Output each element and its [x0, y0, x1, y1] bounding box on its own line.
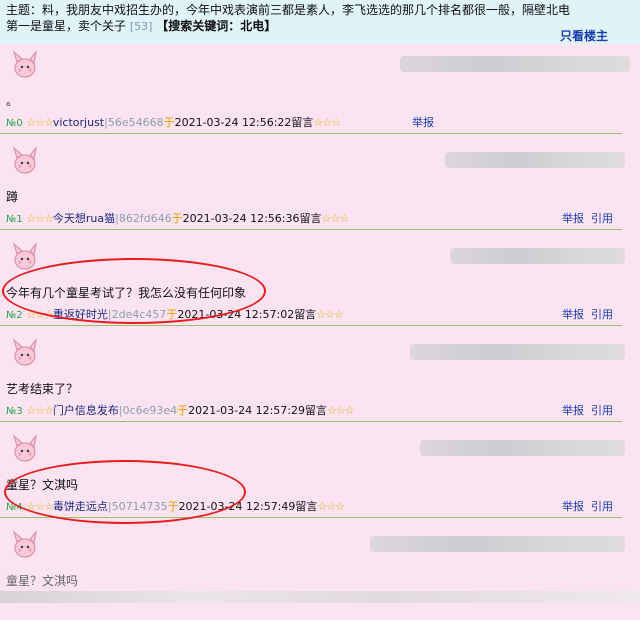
at-label: 于 — [171, 212, 183, 225]
at-label: 于 — [166, 308, 178, 321]
at-label: 于 — [163, 116, 175, 129]
quote-link[interactable]: 引用 — [591, 402, 613, 418]
post-content: 艺考结束了？ — [6, 382, 79, 396]
divider — [0, 133, 622, 134]
post-content: 蹲 — [6, 190, 19, 204]
clefairy-avatar-icon — [13, 338, 37, 366]
blurred-region — [370, 536, 625, 552]
clefairy-avatar-icon — [13, 50, 37, 78]
timestamp: 2021-03-24 12:57:49 — [178, 500, 296, 513]
post-3: 艺考结束了？ №3 ☆☆☆门户信息发布|0c6e93e4于2021-03-24 … — [0, 332, 640, 428]
timestamp: 2021-03-24 12:57:29 — [188, 404, 305, 417]
username[interactable]: victorjust — [53, 116, 104, 129]
clefairy-avatar-icon — [13, 530, 37, 558]
divider — [0, 229, 622, 230]
report-link[interactable]: 举报 — [562, 498, 584, 514]
username[interactable]: 毒饼走远点 — [53, 500, 108, 513]
report-link[interactable]: 举报 — [562, 402, 584, 418]
floor-number: №4 — [6, 502, 23, 513]
clefairy-avatar-icon — [13, 146, 37, 174]
star-icon: ☆☆☆ — [326, 404, 355, 417]
message-label: 留言 — [294, 308, 317, 321]
post-2: 今年有几个童星考试了？我怎么没有任何印象 №2 ☆☆☆重返好时光|2de4c45… — [0, 236, 640, 332]
report-link[interactable]: 举报 — [562, 210, 584, 226]
blurred-region — [420, 440, 625, 456]
only-op-link[interactable]: 只看楼主 — [560, 27, 608, 44]
post-0: 。 №0 ☆☆☆victorjust|56e54668于2021-03-24 1… — [0, 44, 640, 140]
message-label: 留言 — [295, 500, 318, 513]
post-4: 童星？文淇吗 №4 ☆☆☆毒饼走远点|50714735于2021-03-24 1… — [0, 428, 640, 524]
blurred-region — [410, 344, 625, 360]
post-meta: №0 ☆☆☆victorjust|56e54668于2021-03-24 12:… — [6, 114, 341, 130]
reply-count: [53] — [129, 20, 153, 33]
divider — [0, 517, 622, 518]
user-hash: |56e54668 — [104, 116, 164, 129]
post-meta: №1 ☆☆☆今天想rua猫|862fd646于2021-03-24 12:56:… — [6, 210, 350, 226]
user-hash: |50714735 — [107, 500, 168, 513]
star-icon: ☆☆☆ — [26, 308, 54, 321]
post-meta: №3 ☆☆☆门户信息发布|0c6e93e4于2021-03-24 12:57:2… — [6, 402, 355, 418]
username[interactable]: 今天想rua猫 — [53, 212, 115, 225]
star-icon: ☆☆☆ — [316, 308, 344, 321]
at-label: 于 — [177, 404, 189, 417]
post-5: 童星？文淇吗 — [0, 524, 640, 620]
star-icon: ☆☆☆ — [26, 500, 54, 513]
message-label: 留言 — [299, 212, 322, 225]
user-hash: |0c6e93e4 — [118, 404, 178, 417]
message-label: 留言 — [291, 116, 314, 129]
floor-number: №2 — [6, 310, 23, 321]
topic-title: 主题：料，我朋友中戏招生办的，今年中戏表演前三都是素人，李飞选选的那几个排名都很… — [6, 2, 634, 35]
post-content: 童星？文淇吗 — [6, 478, 79, 492]
star-icon: ☆☆☆ — [313, 116, 341, 129]
quote-link[interactable]: 引用 — [591, 210, 613, 226]
star-icon: ☆☆☆ — [26, 212, 54, 225]
floor-number: №0 — [6, 118, 23, 129]
topic-line-2: 第一是童星，卖个关子 — [6, 19, 127, 33]
quote-link[interactable]: 引用 — [591, 306, 613, 322]
post-content: 童星？文淇吗 — [6, 574, 79, 588]
user-hash: |2de4c457 — [107, 308, 167, 321]
topic-line-1: 主题：料，我朋友中戏招生办的，今年中戏表演前三都是素人，李飞选选的那几个排名都很… — [6, 3, 571, 17]
blurred-region — [445, 152, 625, 168]
message-label: 留言 — [304, 404, 327, 417]
floor-number: №1 — [6, 214, 23, 225]
timestamp: 2021-03-24 12:56:36 — [182, 212, 300, 225]
username[interactable]: 重返好时光 — [53, 308, 108, 321]
quote-link[interactable]: 引用 — [591, 498, 613, 514]
clefairy-avatar-icon — [13, 242, 37, 270]
search-keyword: 【搜索关键词：北电】 — [156, 19, 277, 33]
username[interactable]: 门户信息发布 — [53, 404, 119, 417]
post-meta: №4 ☆☆☆毒饼走远点|50714735于2021-03-24 12:57:49… — [6, 498, 345, 514]
topic-header: 主题：料，我朋友中戏招生办的，今年中戏表演前三都是素人，李飞选选的那几个排名都很… — [0, 0, 640, 44]
timestamp: 2021-03-24 12:57:02 — [177, 308, 295, 321]
blurred-region — [400, 56, 630, 72]
star-icon: ☆☆☆ — [317, 500, 345, 513]
report-link[interactable]: 举报 — [562, 306, 584, 322]
blurred-region — [450, 248, 625, 264]
star-icon: ☆☆☆ — [321, 212, 350, 225]
floor-number: №3 — [6, 406, 23, 417]
timestamp: 2021-03-24 12:56:22 — [174, 116, 292, 129]
star-icon: ☆☆☆ — [26, 404, 54, 417]
post-1: 蹲 №1 ☆☆☆今天想rua猫|862fd646于2021-03-24 12:5… — [0, 140, 640, 236]
report-link[interactable]: 举报 — [412, 114, 434, 130]
divider — [0, 325, 622, 326]
divider — [0, 421, 622, 422]
star-icon: ☆☆☆ — [26, 116, 54, 129]
post-meta: №2 ☆☆☆重返好时光|2de4c457于2021-03-24 12:57:02… — [6, 306, 344, 322]
user-hash: |862fd646 — [115, 212, 172, 225]
clefairy-avatar-icon — [13, 434, 37, 462]
post-content: 今年有几个童星考试了？我怎么没有任何印象 — [6, 286, 247, 300]
at-label: 于 — [167, 500, 179, 513]
blurred-region — [0, 591, 640, 603]
post-content: 。 — [6, 94, 19, 108]
